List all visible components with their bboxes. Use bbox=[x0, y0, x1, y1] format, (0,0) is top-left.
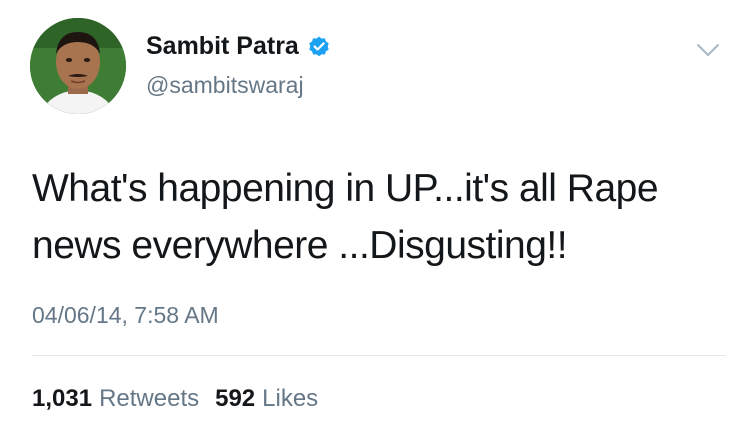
tweet-stats: 1,031 Retweets 592 Likes bbox=[32, 385, 318, 413]
user-handle[interactable]: @sambitswaraj bbox=[146, 72, 304, 99]
avatar[interactable] bbox=[30, 18, 126, 114]
tweet-text: What's happening in UP...it's all Rape n… bbox=[32, 160, 722, 274]
tweet-text-line: What's happening in UP...it's all Rape bbox=[32, 167, 659, 210]
tweet-timestamp[interactable]: 04/06/14, 7:58 AM bbox=[32, 302, 219, 329]
tweet-card: Sambit Patra @sambitswaraj What's happen… bbox=[0, 0, 750, 434]
verified-badge-icon bbox=[307, 35, 331, 59]
display-name-row[interactable]: Sambit Patra bbox=[146, 32, 331, 61]
divider bbox=[32, 355, 726, 356]
likes-stat[interactable]: 592 Likes bbox=[215, 385, 318, 413]
display-name[interactable]: Sambit Patra bbox=[146, 32, 299, 61]
retweets-count: 1,031 bbox=[32, 385, 93, 412]
likes-count: 592 bbox=[215, 385, 256, 412]
avatar-image bbox=[30, 18, 126, 114]
chevron-down-icon[interactable] bbox=[694, 40, 722, 60]
retweets-label: Retweets bbox=[99, 385, 200, 412]
retweets-stat[interactable]: 1,031 Retweets bbox=[32, 385, 199, 413]
tweet-text-line: news everywhere ...Disgusting!! bbox=[32, 224, 568, 267]
likes-label: Likes bbox=[262, 385, 319, 412]
